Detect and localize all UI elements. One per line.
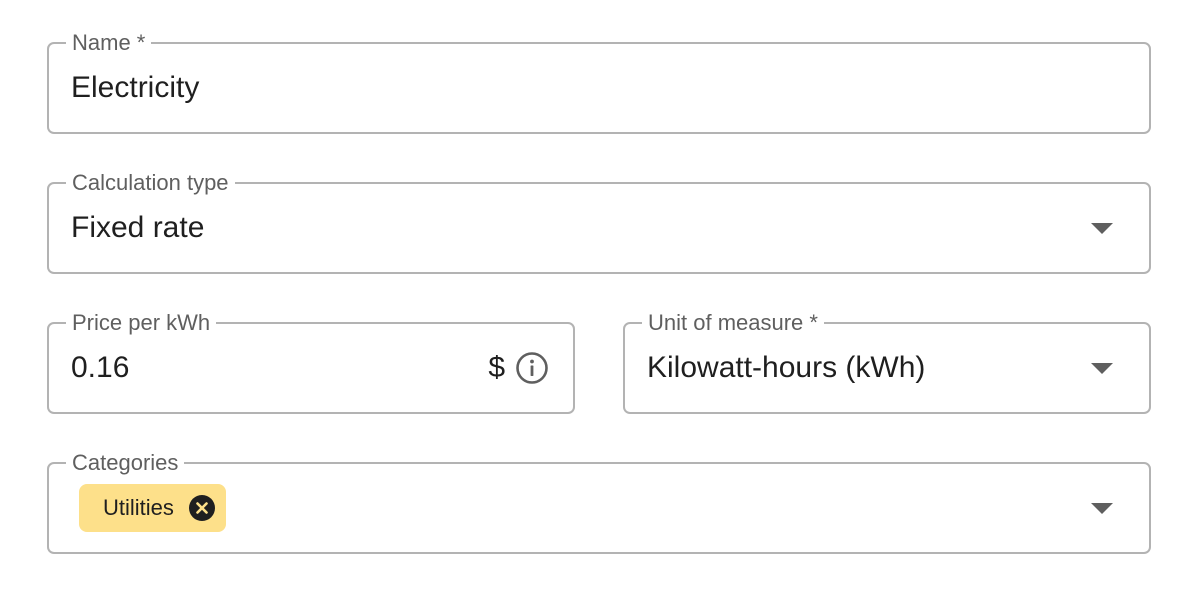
close-circle-icon[interactable] xyxy=(188,494,216,522)
currency-symbol: $ xyxy=(488,351,505,384)
price-per-kwh-value[interactable]: 0.16 xyxy=(71,324,129,412)
price-per-kwh-field[interactable]: Price per kWh 0.16 $ xyxy=(47,310,575,414)
chevron-down-icon[interactable] xyxy=(1091,363,1113,374)
category-chip-label: Utilities xyxy=(103,495,174,520)
categories-label: Categories xyxy=(66,450,185,476)
name-field[interactable]: Name * Electricity xyxy=(47,30,1151,134)
info-icon[interactable] xyxy=(515,351,549,385)
categories-select[interactable]: Categories Utilities xyxy=(47,450,1151,554)
price-adornments: $ xyxy=(488,324,549,412)
chevron-down-icon[interactable] xyxy=(1091,503,1113,514)
name-field-value[interactable]: Electricity xyxy=(71,44,199,132)
calculation-type-value: Fixed rate xyxy=(71,211,205,244)
category-chip[interactable]: Utilities xyxy=(79,484,226,532)
calculation-type-select[interactable]: Calculation type Fixed rate xyxy=(47,170,1151,274)
chevron-down-icon[interactable] xyxy=(1091,223,1113,234)
unit-of-measure-value: Kilowatt-hours (kWh) xyxy=(647,351,926,384)
unit-of-measure-select[interactable]: Unit of measure * Kilowatt-hours (kWh) xyxy=(623,310,1151,414)
